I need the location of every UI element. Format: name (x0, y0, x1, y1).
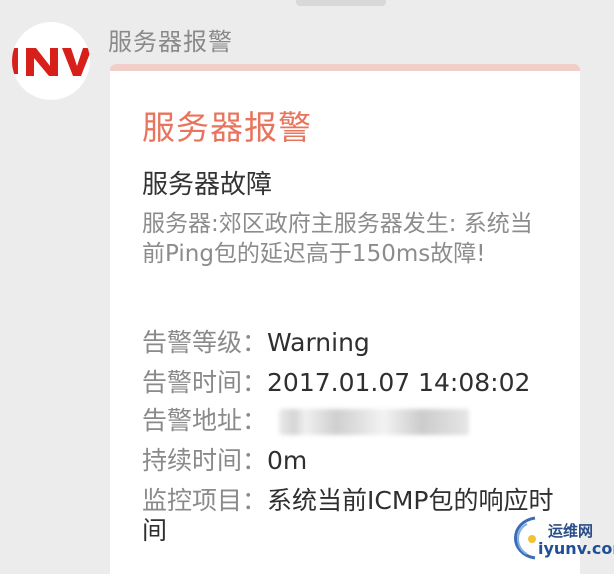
field-time: 告警时间：2017.01.07 14:08:02 (142, 368, 530, 398)
field-label: 告警时间： (142, 368, 268, 397)
field-value: Warning (267, 328, 370, 357)
redacted-address (279, 409, 470, 435)
field-duration: 持续时间：0m (142, 446, 307, 476)
field-address: 告警地址： (142, 406, 470, 436)
watermark-text: 运维网 (548, 522, 594, 540)
sender-name: 服务器报警 (108, 28, 233, 56)
field-label: 监控项目： (142, 486, 268, 515)
field-label: 告警等级： (142, 328, 268, 357)
alert-description: 服务器:郊区政府主服务器发生: 系统当前Ping包的延迟高于150ms故障! (142, 211, 533, 267)
top-handle (296, 0, 386, 6)
alert-subject: 服务器故障 (142, 170, 273, 200)
field-value: 0m (267, 446, 308, 475)
avatar[interactable] (12, 22, 90, 100)
field-level: 告警等级：Warning (142, 328, 370, 358)
alert-card[interactable]: 服务器报警 服务器故障 服务器:郊区政府主服务器发生: 系统当前Ping包的延迟… (110, 64, 580, 574)
field-label: 告警地址： (142, 406, 268, 435)
field-label: 持续时间： (142, 446, 268, 475)
brand-logo-icon (12, 22, 90, 100)
watermark-url: iyunv.com (538, 539, 614, 558)
field-value: 2017.01.07 14:08:02 (267, 368, 531, 397)
card-title: 服务器报警 (142, 108, 312, 147)
